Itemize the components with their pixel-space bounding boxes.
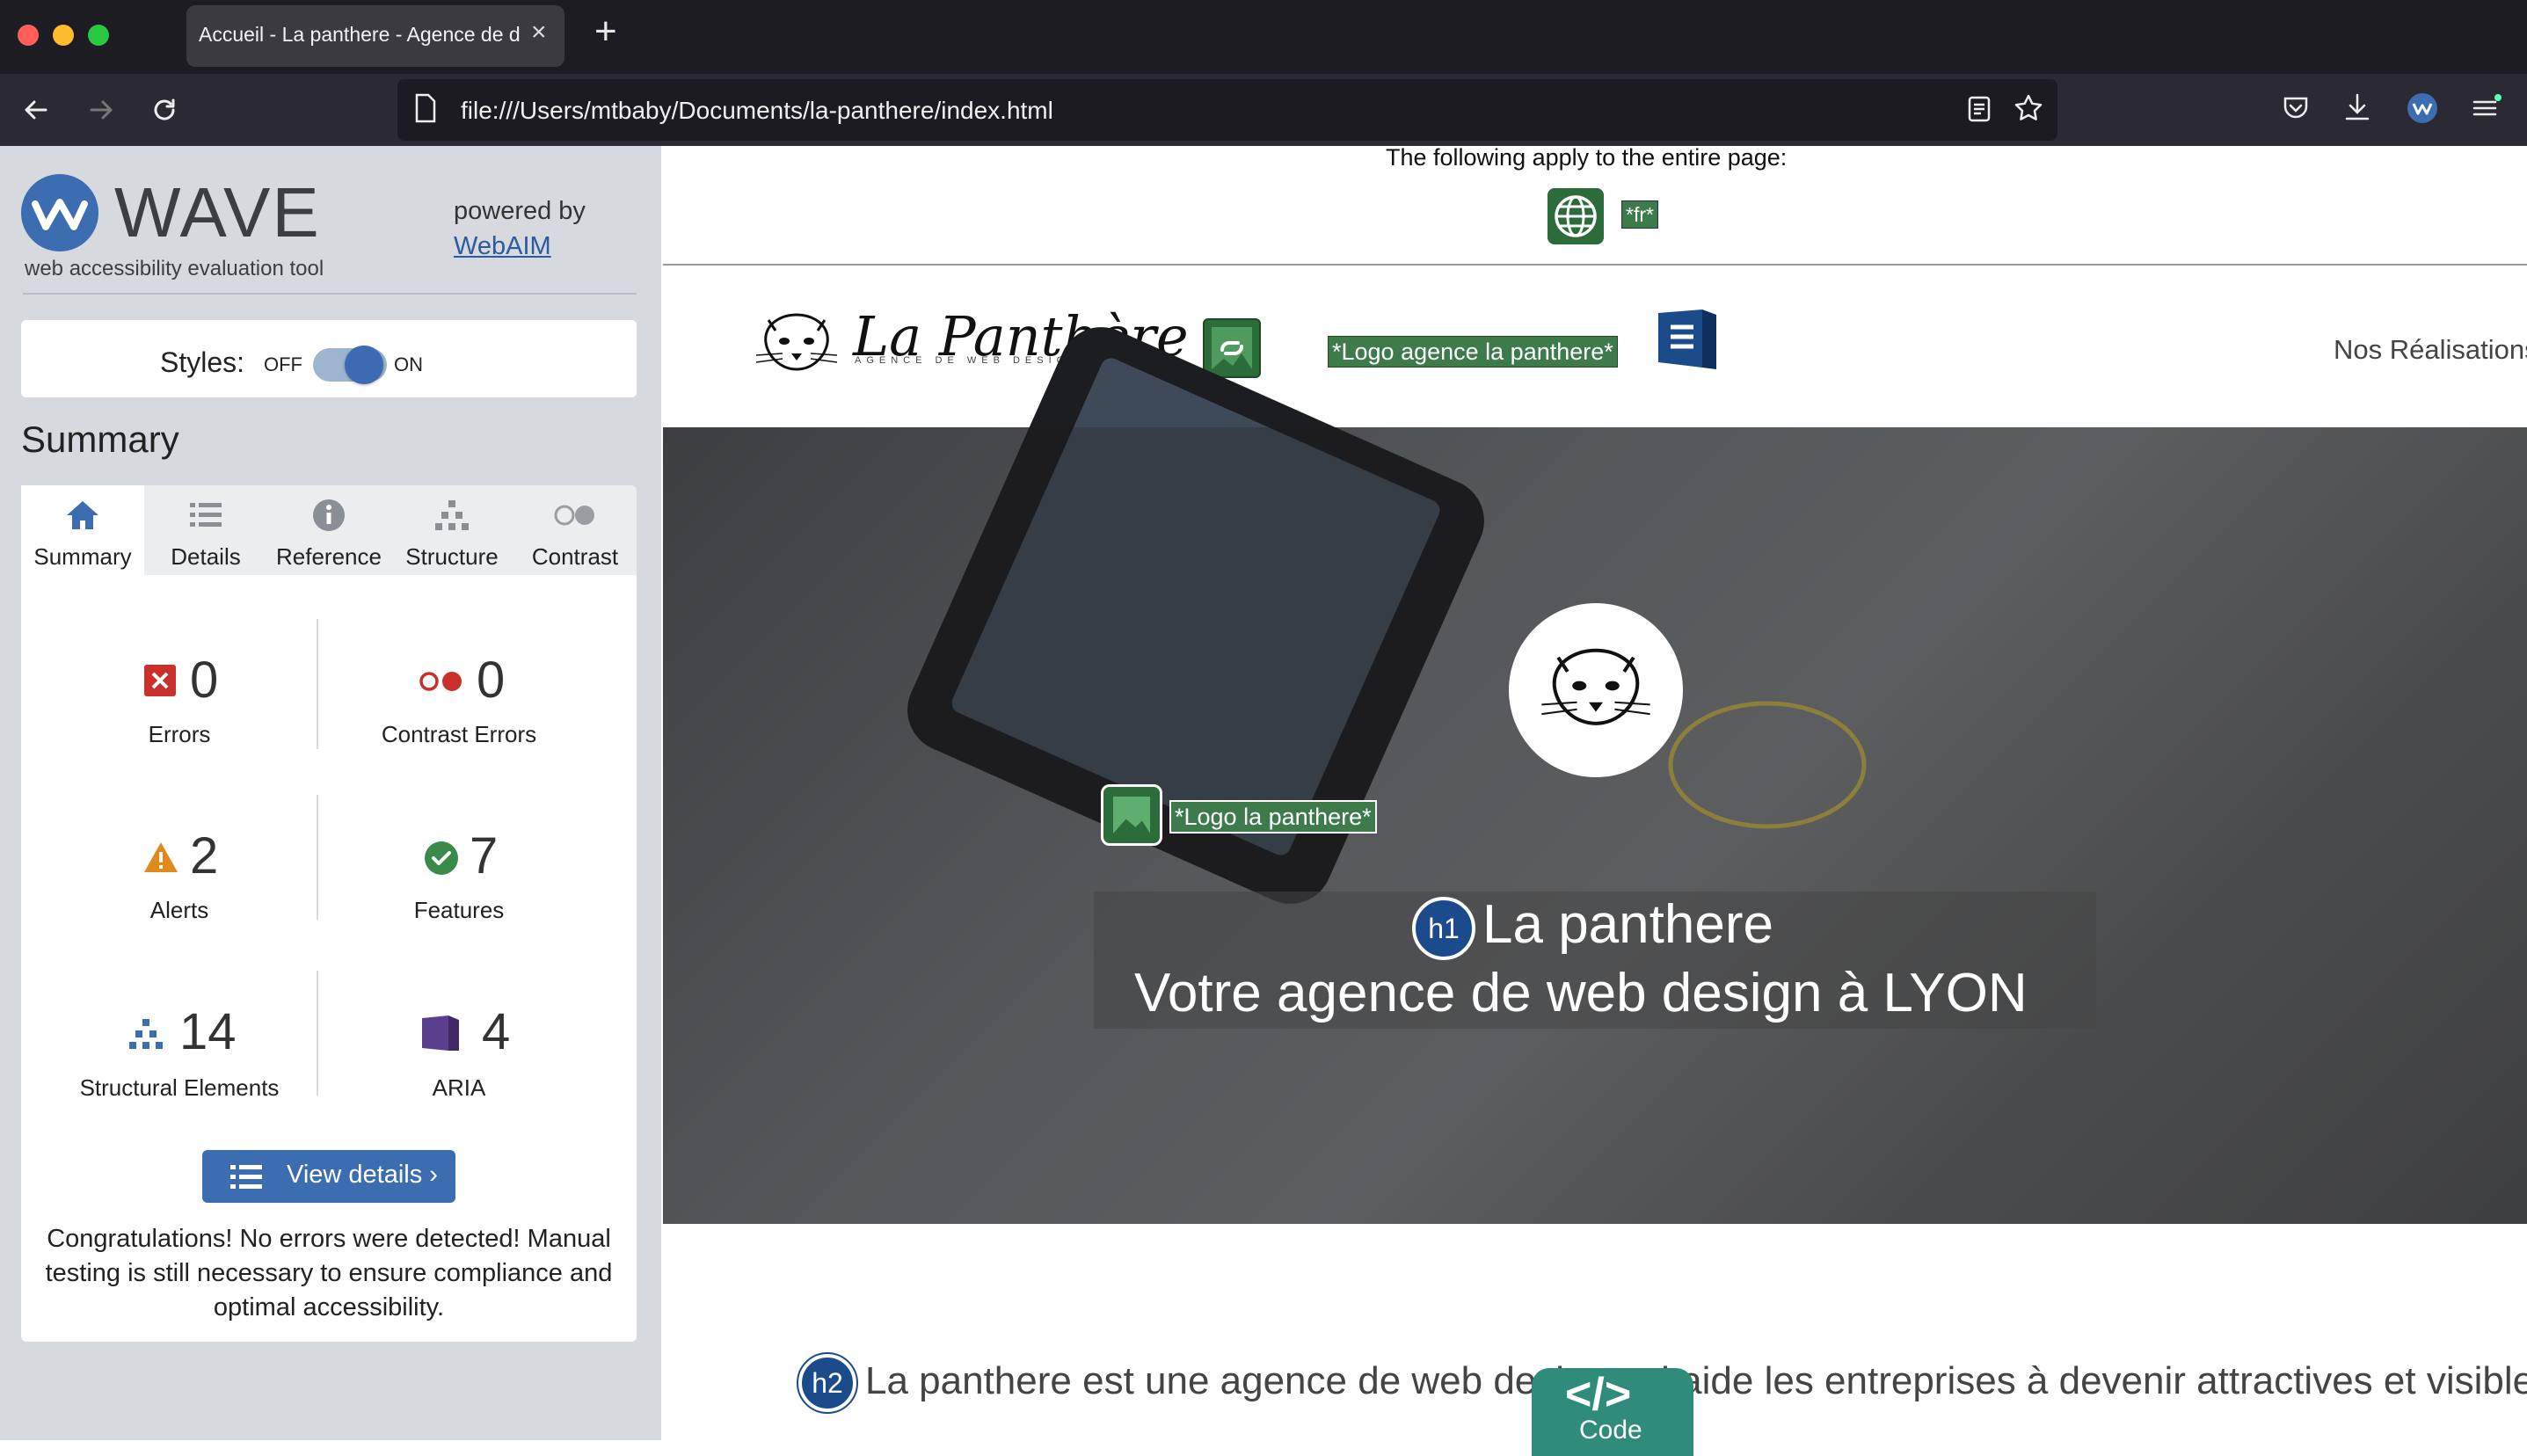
- tab-structure[interactable]: Structure: [390, 485, 513, 575]
- hero-subtitle: Votre agence de web design à LYON: [1134, 963, 2028, 1023]
- h1-badge[interactable]: h1: [1412, 897, 1475, 960]
- home-icon: [67, 501, 98, 529]
- contrast-error-icon: [419, 672, 462, 691]
- bookmark-star-icon[interactable]: [2014, 93, 2043, 123]
- tab-label: Details: [171, 543, 241, 570]
- forward-arrow-icon[interactable]: [83, 91, 120, 128]
- wave-title: WAVE: [114, 173, 321, 251]
- wave-logo-icon: [21, 174, 98, 251]
- structure-icon: [129, 1019, 163, 1049]
- reload-icon[interactable]: [146, 91, 183, 128]
- h2-badge[interactable]: h2: [797, 1352, 858, 1414]
- styles-off-label: OFF: [264, 353, 302, 375]
- divider: [23, 293, 637, 295]
- wave-extension-icon[interactable]: [2406, 91, 2439, 125]
- info-icon: [313, 499, 345, 531]
- features-label: Features: [413, 897, 505, 923]
- tab-summary[interactable]: Summary: [21, 485, 144, 575]
- tab-label: Structure: [405, 543, 499, 570]
- aria-nav-icon[interactable]: [1657, 308, 1718, 375]
- styles-toggle-knob[interactable]: [345, 346, 383, 384]
- tab-close-icon[interactable]: ×: [531, 18, 547, 47]
- feature-icon: [425, 841, 458, 875]
- styles-on-label: ON: [394, 353, 423, 375]
- code-icon: </>: [1565, 1369, 1632, 1420]
- brand-subtitle: AGENCE DE WEB DESIGN: [855, 355, 1082, 366]
- nav-link-realisations[interactable]: Nos Réalisations: [2334, 334, 2527, 366]
- summary-heading: Summary: [21, 419, 179, 460]
- hero-title: La panthere: [1482, 894, 1773, 955]
- window-close-button[interactable]: [18, 25, 39, 46]
- app-menu-icon[interactable]: [2469, 91, 2504, 125]
- hero-overlay: [663, 427, 2527, 1224]
- code-label: Code: [1579, 1416, 1642, 1445]
- tab-label: Summary: [33, 543, 132, 570]
- browser-tab-title: Accueil - La panthere - Agence de d: [199, 23, 521, 46]
- structural-label: Structural Elements: [79, 1074, 280, 1101]
- panther-logo-icon: [755, 313, 838, 371]
- page-file-icon: [415, 93, 436, 123]
- congrats-message: Congratulations! No errors were detected…: [45, 1225, 613, 1321]
- linked-image-icon[interactable]: [1203, 318, 1261, 378]
- alert-icon: [144, 842, 178, 872]
- tab-details[interactable]: Details: [144, 485, 267, 575]
- new-tab-button[interactable]: +: [594, 12, 617, 51]
- aria-icon: [422, 1016, 459, 1051]
- panther-logo-icon: [1541, 648, 1650, 725]
- language-globe-icon[interactable]: [1548, 188, 1604, 244]
- tab-label: Contrast: [531, 543, 619, 570]
- pocket-icon[interactable]: [2281, 93, 2311, 123]
- contrast-errors-label: Contrast Errors: [381, 721, 537, 747]
- features-count[interactable]: 7: [470, 826, 498, 885]
- window-minimize-button[interactable]: [53, 25, 74, 46]
- downloads-icon[interactable]: [2342, 91, 2372, 123]
- url-text[interactable]: file:///Users/mtbaby/Documents/la-panthe…: [461, 97, 1053, 125]
- image-alt-icon[interactable]: [1101, 784, 1162, 846]
- structural-count[interactable]: 14: [179, 1002, 237, 1061]
- alt-text-label[interactable]: *Logo agence la panthere*: [1328, 336, 1618, 368]
- page-apply-text: The following apply to the entire page:: [1386, 144, 1788, 171]
- errors-count[interactable]: 0: [190, 651, 218, 710]
- reader-view-icon[interactable]: [1966, 95, 1992, 123]
- language-badge[interactable]: *fr*: [1621, 200, 1658, 229]
- window-zoom-button[interactable]: [88, 25, 109, 46]
- contrast-icon: [554, 505, 594, 526]
- aria-label: ARIA: [432, 1074, 486, 1101]
- styles-label: Styles:: [160, 346, 245, 378]
- contrast-errors-count[interactable]: 0: [477, 651, 505, 710]
- aria-count[interactable]: 4: [482, 1002, 510, 1061]
- list-icon: [230, 1165, 262, 1189]
- wave-tagline: web accessibility evaluation tool: [25, 257, 324, 280]
- view-details-label: View details ›: [287, 1161, 438, 1189]
- webaim-link[interactable]: WebAIM: [454, 232, 551, 261]
- tab-reference[interactable]: Reference: [267, 485, 390, 575]
- tab-label: Reference: [276, 543, 382, 570]
- intro-heading: La panthere est une agence de web design…: [865, 1359, 2527, 1402]
- hierarchy-icon: [435, 500, 469, 530]
- alerts-count[interactable]: 2: [190, 826, 218, 885]
- alerts-label: Alerts: [149, 897, 209, 923]
- errors-label: Errors: [148, 721, 211, 747]
- back-arrow-icon[interactable]: [18, 91, 55, 128]
- list-icon: [190, 503, 222, 527]
- powered-by-label: powered by: [454, 197, 586, 225]
- tab-contrast[interactable]: Contrast: [513, 485, 637, 575]
- alt-text-label[interactable]: *Logo la panthere*: [1169, 800, 1377, 834]
- error-icon: [144, 665, 176, 696]
